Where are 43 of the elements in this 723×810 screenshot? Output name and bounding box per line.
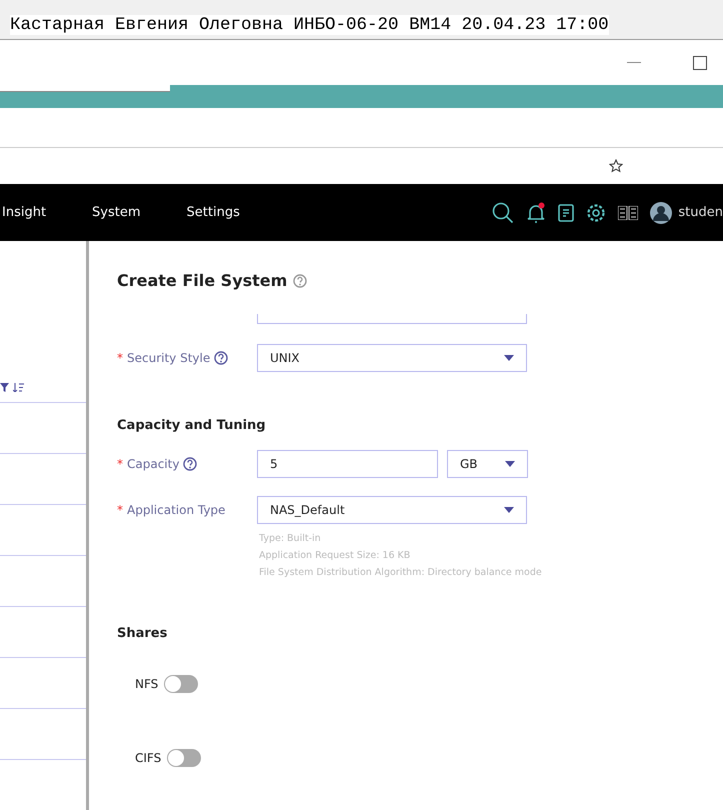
field-label: Application Type [127,503,226,517]
field-label: Capacity [127,457,180,471]
minimize-icon[interactable] [627,62,641,64]
user-name[interactable]: studen [678,205,723,220]
help-icon[interactable] [293,274,308,288]
grid-icon[interactable] [618,206,638,220]
sort-icon[interactable] [13,383,24,392]
dialog-title: Create File System [117,271,723,290]
nav-item[interactable]: Settings [186,205,240,220]
avatar-icon[interactable] [650,202,672,224]
required-mark: * [117,351,123,365]
required-mark: * [117,457,123,471]
star-icon[interactable] [609,159,623,173]
document-icon[interactable] [558,204,574,222]
toggle-switch[interactable] [164,675,198,693]
toggle-label: NFS [135,677,158,691]
search-icon[interactable] [492,202,514,224]
caret-icon [504,355,514,361]
nav-item[interactable]: Insight [2,205,46,220]
toggle-label: CIFS [135,751,162,765]
filter-icon[interactable] [0,383,9,392]
application-type-select[interactable]: NAS_Default [257,496,527,524]
detail-text: Type: Built-in [259,533,322,544]
toggle-switch[interactable] [167,749,202,767]
capacity-input[interactable]: 5 [257,450,438,478]
unit-select[interactable]: GB [447,450,528,478]
help-icon[interactable] [214,351,228,365]
required-mark: * [117,503,123,517]
field-label: Security Style [127,351,210,365]
settings-icon[interactable] [586,202,606,222]
caret-icon [505,461,515,467]
maximize-icon[interactable] [693,56,707,70]
notepad-text: Кастарная Евгения Олеговна ИНБО-06-20 ВМ14 20.04.23 17:00 [10,15,609,35]
nav-item[interactable]: System [92,205,141,220]
bell-icon[interactable] [526,202,546,224]
detail-text: Application Request Size: 16 KB [259,550,412,561]
help-icon[interactable] [183,457,198,471]
caret-icon [504,507,514,513]
section-title: Shares [117,626,168,641]
storage-pool-field[interactable] [257,314,527,324]
detail-text: File System Distribution Algorithm: Directory balance mode [259,567,543,578]
security-style-select[interactable]: UNIX [257,344,527,372]
section-title: Capacity and Tuning [117,418,267,433]
